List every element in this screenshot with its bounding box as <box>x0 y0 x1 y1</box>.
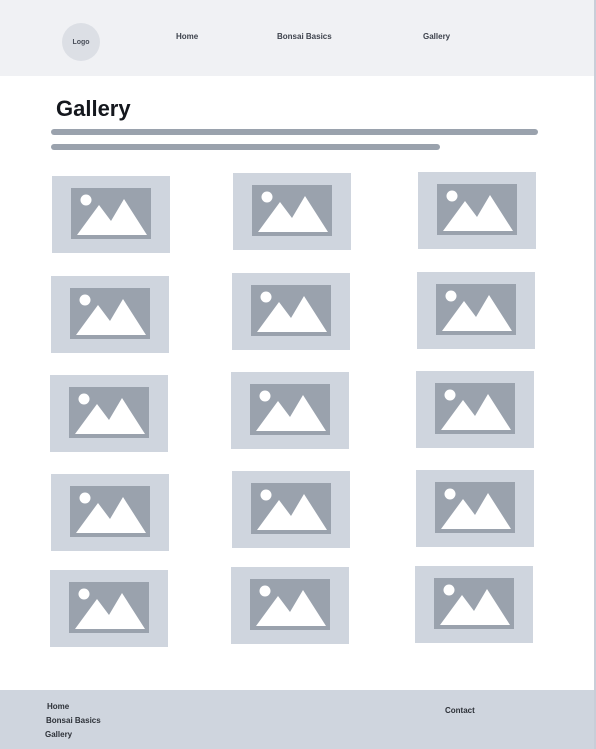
image-placeholder-icon <box>251 285 331 336</box>
image-placeholder-icon <box>252 185 332 236</box>
page-title: Gallery <box>56 96 131 121</box>
image-placeholder-icon <box>434 578 514 629</box>
gallery-image[interactable] <box>50 570 168 647</box>
nav-bonsai-basics-link[interactable]: Bonsai Basics <box>277 32 332 41</box>
gallery-image[interactable] <box>231 372 349 449</box>
image-placeholder-icon <box>435 383 515 434</box>
footer-gallery-link[interactable]: Gallery <box>45 730 72 739</box>
image-placeholder-icon <box>69 582 149 633</box>
site-footer: Home Bonsai Basics Gallery Contact <box>0 690 594 749</box>
image-placeholder-icon <box>71 188 151 239</box>
text-placeholder-line <box>51 129 538 135</box>
gallery-image[interactable] <box>416 470 534 547</box>
site-header: Logo Home Bonsai Basics Gallery <box>0 0 594 76</box>
logo-label: Logo <box>72 38 90 46</box>
image-placeholder-icon <box>437 184 517 235</box>
footer-contact-link[interactable]: Contact <box>445 706 475 715</box>
gallery-image[interactable] <box>233 173 351 250</box>
image-placeholder-icon <box>435 482 515 533</box>
image-placeholder-icon <box>436 284 516 335</box>
gallery-image[interactable] <box>52 176 170 253</box>
gallery-image[interactable] <box>232 273 350 350</box>
image-placeholder-icon <box>250 579 330 630</box>
image-placeholder-icon <box>70 486 150 537</box>
logo[interactable]: Logo <box>62 23 100 61</box>
nav-home-link[interactable]: Home <box>176 32 198 41</box>
gallery-image[interactable] <box>231 567 349 644</box>
gallery-image[interactable] <box>415 566 533 643</box>
gallery-image[interactable] <box>416 371 534 448</box>
image-placeholder-icon <box>70 288 150 339</box>
gallery-image[interactable] <box>418 172 536 249</box>
footer-bonsai-basics-link[interactable]: Bonsai Basics <box>46 716 101 725</box>
nav-gallery-link[interactable]: Gallery <box>423 32 450 41</box>
footer-home-link[interactable]: Home <box>47 702 69 711</box>
image-placeholder-icon <box>69 387 149 438</box>
gallery-image[interactable] <box>417 272 535 349</box>
image-placeholder-icon <box>250 384 330 435</box>
image-placeholder-icon <box>251 483 331 534</box>
text-placeholder-line <box>51 144 440 150</box>
gallery-image[interactable] <box>50 375 168 452</box>
gallery-image[interactable] <box>51 276 169 353</box>
gallery-image[interactable] <box>51 474 169 551</box>
gallery-image[interactable] <box>232 471 350 548</box>
